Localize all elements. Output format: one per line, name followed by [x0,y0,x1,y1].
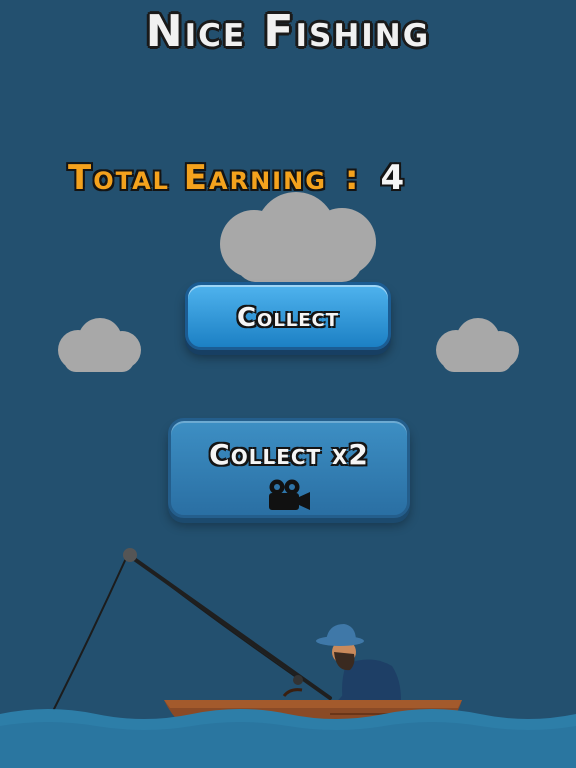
collect-x2-button[interactable]: Collect x2 [168,418,410,518]
total-earning-label: Total Earning [68,158,327,198]
total-earning-value: 4 [380,158,407,198]
total-earning: Total Earning:4 [68,158,406,202]
cloud-left [58,318,141,372]
game-title: Nice Fishing [145,6,431,57]
cloud-large [220,192,376,282]
collect-x2-label: Collect x2 [209,438,369,471]
fishing-scene [0,548,576,768]
cloud-right [436,318,519,372]
collect-button[interactable]: Collect [185,282,391,350]
rod-tip [123,548,137,562]
total-earning-colon: : [344,158,361,198]
video-camera-icon [269,479,310,510]
